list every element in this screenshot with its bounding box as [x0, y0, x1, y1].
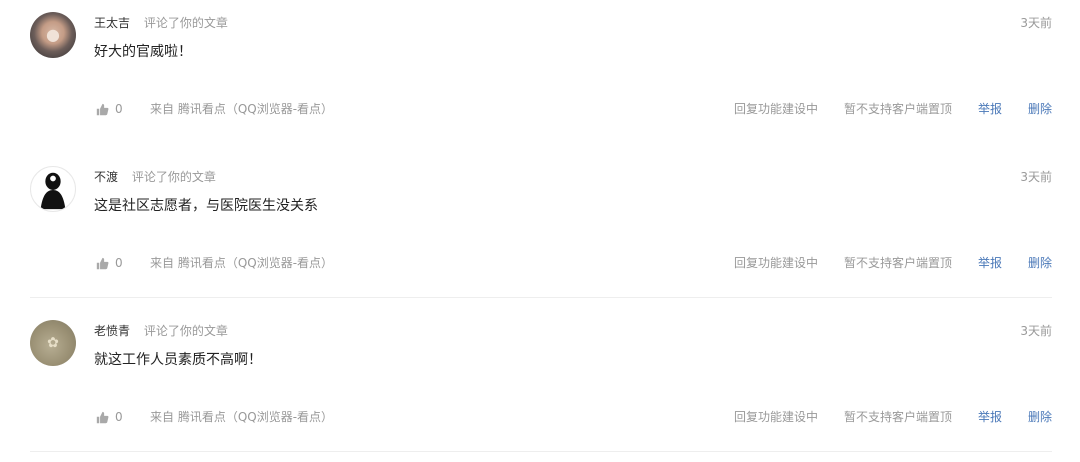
like-count: 0 — [115, 256, 123, 270]
avatar[interactable]: ✿ — [30, 320, 76, 366]
thumbs-up-icon — [96, 411, 109, 423]
comment-action-text: 评论了你的文章 — [143, 16, 228, 30]
like-count: 0 — [115, 410, 123, 424]
like-button[interactable]: 0 — [96, 100, 123, 118]
comment-time: 3天前 — [1020, 16, 1052, 30]
comment-item: 不渡 评论了你的文章 3天前 这是社区志愿者，与医院医生没关系 0 来自 腾讯看… — [0, 154, 1080, 308]
delete-button[interactable]: 删除 — [1028, 254, 1052, 272]
comment-time: 3天前 — [1020, 324, 1052, 338]
comment-action-text: 评论了你的文章 — [143, 324, 228, 338]
person-icon: ● — [46, 25, 60, 44]
pin-button[interactable]: 暂不支持客户端置顶 — [844, 254, 952, 272]
thumbs-up-icon — [96, 103, 109, 115]
avatar-image-icon: ✿ — [47, 335, 59, 351]
comment-meta: 0 来自 腾讯看点（QQ浏览器-看点） 回复功能建设中 暂不支持客户端置顶 举报… — [94, 408, 1052, 426]
pin-button[interactable]: 暂不支持客户端置顶 — [844, 100, 952, 118]
comment-list: ● 王太吉 评论了你的文章 3天前 好大的官威啦！ 0 来自 腾讯看点（QQ浏览… — [0, 0, 1080, 458]
comment-action-text: 评论了你的文章 — [131, 170, 216, 184]
comment-actions: 回复功能建设中 暂不支持客户端置顶 举报 删除 — [734, 254, 1052, 272]
person-silhouette-icon — [40, 172, 66, 210]
divider — [30, 297, 1052, 298]
comment-meta: 0 来自 腾讯看点（QQ浏览器-看点） 回复功能建设中 暂不支持客户端置顶 举报… — [94, 100, 1052, 118]
comment-time: 3天前 — [1020, 170, 1052, 184]
delete-button[interactable]: 删除 — [1028, 100, 1052, 118]
avatar[interactable] — [30, 166, 76, 212]
reply-button[interactable]: 回复功能建设中 — [734, 408, 818, 426]
thumbs-up-icon — [96, 257, 109, 269]
comment-actions: 回复功能建设中 暂不支持客户端置顶 举报 删除 — [734, 408, 1052, 426]
comment-header: 老愤青 评论了你的文章 — [94, 322, 228, 340]
username[interactable]: 王太吉 — [94, 16, 130, 30]
comment-text: 就这工作人员素质不高啊！ — [94, 352, 262, 368]
report-button[interactable]: 举报 — [978, 100, 1002, 118]
comment-source: 来自 腾讯看点（QQ浏览器-看点） — [150, 256, 334, 270]
pin-button[interactable]: 暂不支持客户端置顶 — [844, 408, 952, 426]
report-button[interactable]: 举报 — [978, 408, 1002, 426]
avatar[interactable]: ● — [30, 12, 76, 58]
comment-source: 来自 腾讯看点（QQ浏览器-看点） — [150, 102, 334, 116]
comment-item: ● 王太吉 评论了你的文章 3天前 好大的官威啦！ 0 来自 腾讯看点（QQ浏览… — [0, 0, 1080, 154]
username[interactable]: 不渡 — [94, 170, 118, 184]
report-button[interactable]: 举报 — [978, 254, 1002, 272]
delete-button[interactable]: 删除 — [1028, 408, 1052, 426]
comment-text: 好大的官威啦！ — [94, 44, 192, 60]
like-count: 0 — [115, 102, 123, 116]
comment-item: ✿ 老愤青 评论了你的文章 3天前 就这工作人员素质不高啊！ 0 来自 腾讯看点… — [0, 308, 1080, 462]
comment-header: 不渡 评论了你的文章 — [94, 168, 216, 186]
reply-button[interactable]: 回复功能建设中 — [734, 254, 818, 272]
reply-button[interactable]: 回复功能建设中 — [734, 100, 818, 118]
like-button[interactable]: 0 — [96, 408, 123, 426]
like-button[interactable]: 0 — [96, 254, 123, 272]
comment-actions: 回复功能建设中 暂不支持客户端置顶 举报 删除 — [734, 100, 1052, 118]
username[interactable]: 老愤青 — [94, 324, 130, 338]
divider — [30, 451, 1052, 452]
comment-source: 来自 腾讯看点（QQ浏览器-看点） — [150, 410, 334, 424]
comment-meta: 0 来自 腾讯看点（QQ浏览器-看点） 回复功能建设中 暂不支持客户端置顶 举报… — [94, 254, 1052, 272]
comment-header: 王太吉 评论了你的文章 — [94, 14, 228, 32]
comment-text: 这是社区志愿者，与医院医生没关系 — [94, 198, 318, 214]
